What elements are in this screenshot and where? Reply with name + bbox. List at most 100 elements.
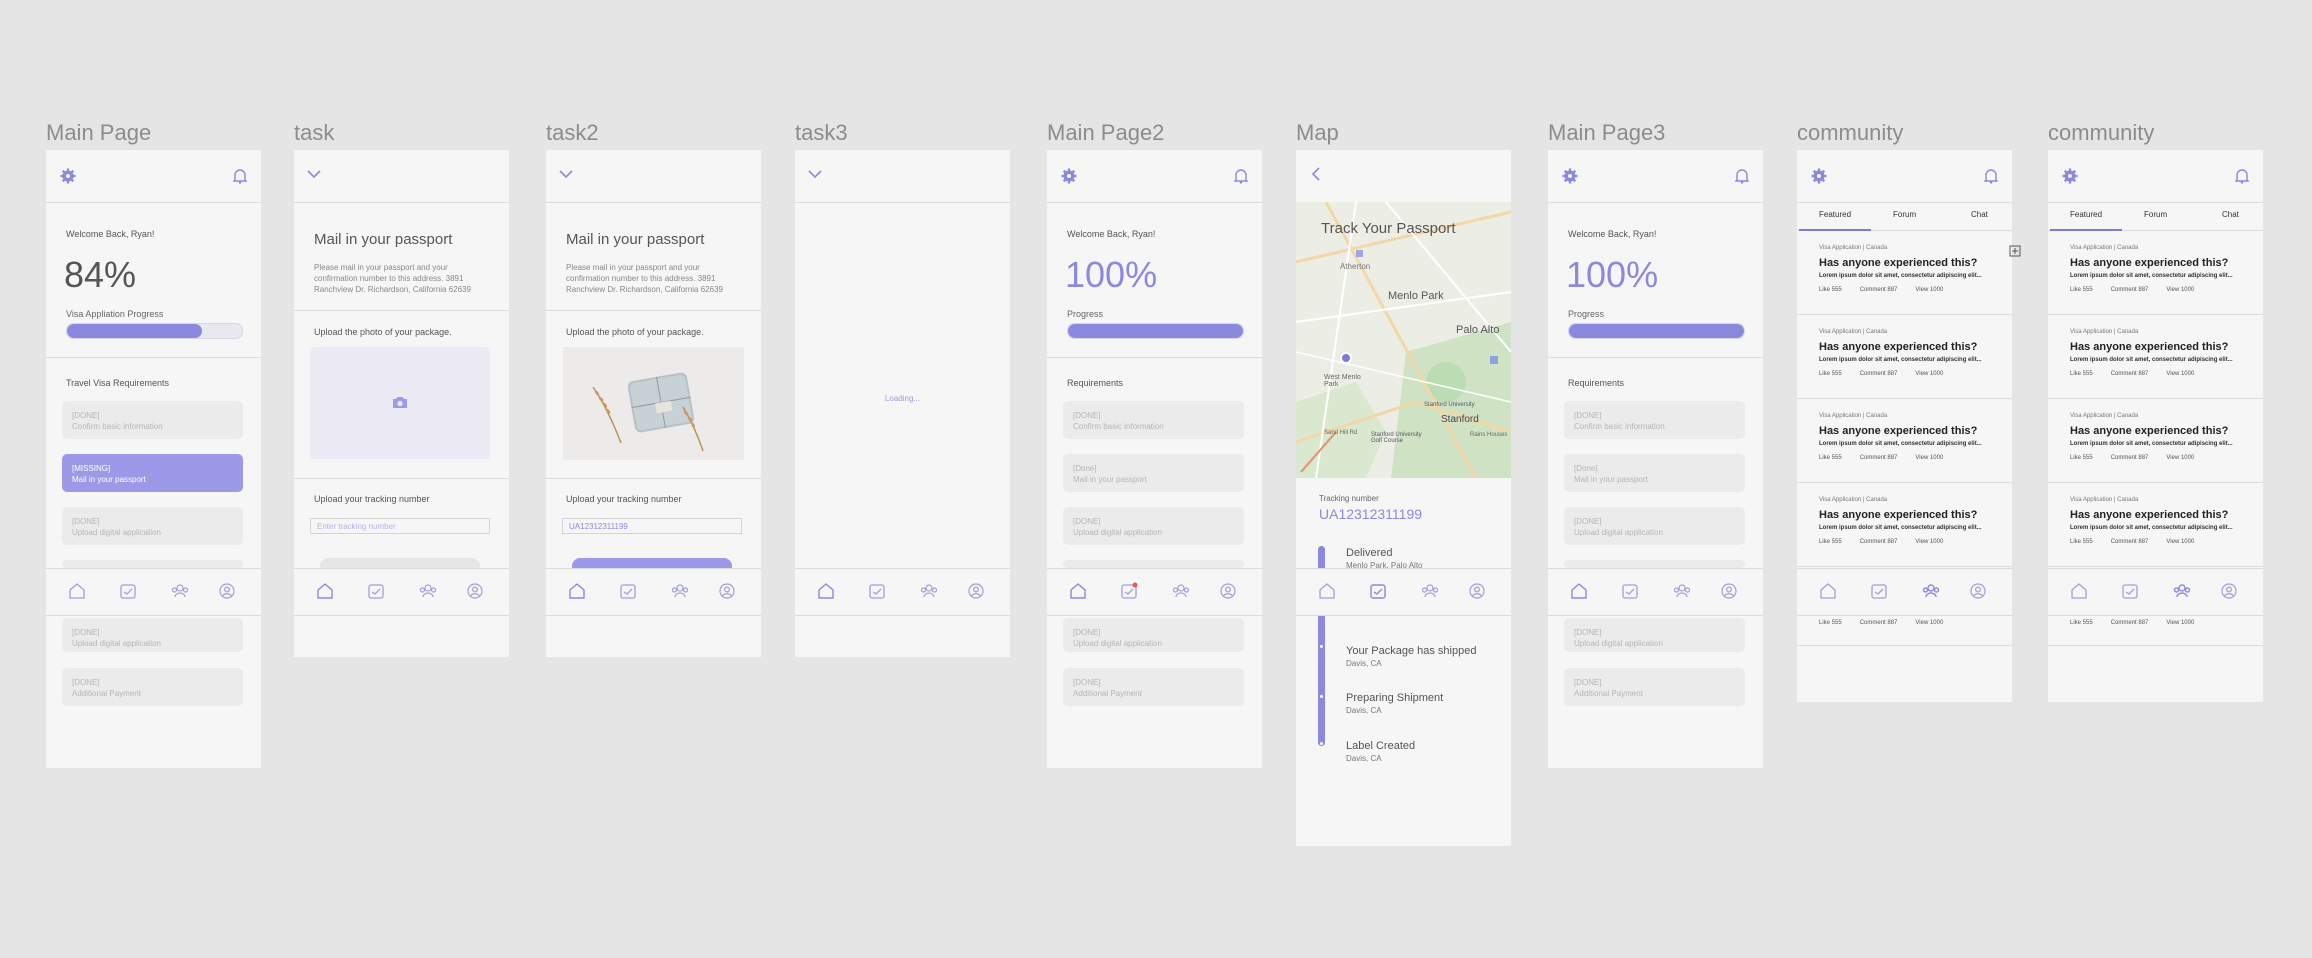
comment-count[interactable]: Comment 887 (2111, 620, 2149, 626)
comment-count[interactable]: Comment 887 (2111, 455, 2149, 461)
tab-chat[interactable]: Chat (1971, 210, 1988, 219)
community-icon[interactable] (419, 582, 437, 600)
like-count[interactable]: Like 555 (1819, 539, 1842, 545)
comment-count[interactable]: Comment 887 (1860, 620, 1898, 626)
bell-icon[interactable] (1984, 168, 1998, 184)
home-icon[interactable] (1318, 582, 1336, 600)
tracking-input[interactable]: Enter tracking number (310, 518, 490, 534)
profile-icon[interactable] (1468, 582, 1486, 600)
tasks-icon[interactable] (619, 582, 637, 600)
tasks-icon[interactable] (119, 582, 137, 600)
requirement-item[interactable]: [DONE] Upload digital application (1063, 507, 1244, 545)
tasks-icon[interactable] (367, 582, 385, 600)
requirement-item[interactable]: [DONE] Additional Payment (1063, 668, 1244, 706)
like-count[interactable]: Like 555 (1819, 620, 1842, 626)
forum-post[interactable]: Visa Application | Canada Has anyone expe… (1797, 231, 2012, 315)
requirement-item[interactable]: [DONE] Upload digital application (62, 507, 243, 545)
gear-icon[interactable] (60, 168, 76, 184)
like-count[interactable]: Like 555 (1819, 455, 1842, 461)
community-icon[interactable] (1172, 582, 1190, 600)
home-icon[interactable] (817, 582, 835, 600)
tab-forum[interactable]: Forum (1893, 210, 1916, 219)
requirement-item[interactable]: [DONE] Additional Payment (1564, 668, 1745, 706)
bell-icon[interactable] (1234, 168, 1248, 184)
community-icon[interactable] (671, 582, 689, 600)
comment-count[interactable]: Comment 887 (2111, 287, 2149, 293)
tasks-icon[interactable] (868, 582, 886, 600)
tab-chat[interactable]: Chat (2222, 210, 2239, 219)
gear-icon[interactable] (1061, 168, 1077, 184)
community-icon[interactable] (1922, 582, 1940, 600)
requirement-item[interactable]: [DONE] Confirm basic information (62, 401, 243, 439)
home-icon[interactable] (68, 582, 86, 600)
gear-icon[interactable] (1562, 168, 1578, 184)
tasks-icon[interactable] (1621, 582, 1639, 600)
profile-icon[interactable] (1219, 582, 1237, 600)
like-count[interactable]: Like 555 (1819, 287, 1842, 293)
requirement-item[interactable]: [DONE] Upload digital application (1063, 618, 1244, 652)
like-count[interactable]: Like 555 (2070, 539, 2093, 545)
profile-icon[interactable] (1969, 582, 1987, 600)
home-icon[interactable] (2070, 582, 2088, 600)
forum-post[interactable]: Visa Application | Canada Has anyone expe… (1797, 315, 2012, 399)
profile-icon[interactable] (2220, 582, 2238, 600)
gear-icon[interactable] (2062, 168, 2078, 184)
community-icon[interactable] (1673, 582, 1691, 600)
home-icon[interactable] (316, 582, 334, 600)
bell-icon[interactable] (233, 168, 247, 184)
comment-count[interactable]: Comment 887 (1860, 455, 1898, 461)
requirement-item[interactable]: [DONE] Additional Payment (62, 668, 243, 706)
submit-button[interactable] (572, 558, 732, 568)
forum-post[interactable]: Visa Application | Canada Has anyone expe… (1797, 399, 2012, 483)
requirement-item[interactable]: [DONE] Confirm basic information (1063, 401, 1244, 439)
photo-upload-area[interactable] (310, 347, 490, 459)
forum-post[interactable]: Visa Application | Canada Has anyone expe… (2048, 483, 2263, 567)
requirement-item[interactable]: [DONE] Upload digital application (1564, 618, 1745, 652)
bell-icon[interactable] (1735, 168, 1749, 184)
tasks-icon[interactable] (1870, 582, 1888, 600)
community-icon[interactable] (2173, 582, 2191, 600)
like-count[interactable]: Like 555 (2070, 287, 2093, 293)
comment-count[interactable]: Comment 887 (1860, 287, 1898, 293)
like-count[interactable]: Like 555 (1819, 371, 1842, 377)
chevron-down-icon[interactable] (807, 168, 823, 180)
tasks-icon[interactable] (1369, 582, 1387, 600)
bell-icon[interactable] (2235, 168, 2249, 184)
home-icon[interactable] (1819, 582, 1837, 600)
forum-post[interactable]: Visa Application | Canada Has anyone expe… (2048, 399, 2263, 483)
gear-icon[interactable] (1811, 168, 1827, 184)
requirement-item-missing[interactable]: [MISSING] Mail in your passport (62, 454, 243, 492)
requirement-item[interactable]: [Done] Mail in your passport (1564, 454, 1745, 492)
requirement-item[interactable]: [DONE] Confirm basic information (1564, 401, 1745, 439)
add-frame-icon[interactable] (2009, 245, 2021, 257)
requirement-item[interactable]: [DONE] Upload digital application (62, 618, 243, 652)
tracking-input[interactable]: UA12312311199 (562, 518, 742, 534)
home-icon[interactable] (568, 582, 586, 600)
tab-forum[interactable]: Forum (2144, 210, 2167, 219)
forum-post[interactable]: Visa Application | Canada Has anyone expe… (1797, 483, 2012, 567)
requirement-item[interactable]: [DONE] Upload digital application (1564, 507, 1745, 545)
chevron-down-icon[interactable] (558, 168, 574, 180)
home-icon[interactable] (1570, 582, 1588, 600)
like-count[interactable]: Like 555 (2070, 455, 2093, 461)
community-icon[interactable] (171, 582, 189, 600)
tab-featured[interactable]: Featured (2049, 210, 2123, 231)
submit-button[interactable] (320, 558, 480, 568)
profile-icon[interactable] (466, 582, 484, 600)
profile-icon[interactable] (1720, 582, 1738, 600)
profile-icon[interactable] (218, 582, 236, 600)
chevron-down-icon[interactable] (306, 168, 322, 180)
profile-icon[interactable] (718, 582, 736, 600)
package-photo[interactable] (563, 347, 744, 460)
comment-count[interactable]: Comment 887 (2111, 539, 2149, 545)
tab-featured[interactable]: Featured (1798, 210, 1872, 231)
tasks-icon[interactable] (2121, 582, 2139, 600)
comment-count[interactable]: Comment 887 (1860, 539, 1898, 545)
profile-icon[interactable] (967, 582, 985, 600)
community-icon[interactable] (1421, 582, 1439, 600)
community-icon[interactable] (920, 582, 938, 600)
tasks-icon[interactable] (1120, 582, 1138, 600)
like-count[interactable]: Like 555 (2070, 620, 2093, 626)
back-arrow-icon[interactable] (1310, 166, 1322, 182)
map-view[interactable]: Track Your Passport Atherton Menlo Park … (1296, 202, 1511, 478)
